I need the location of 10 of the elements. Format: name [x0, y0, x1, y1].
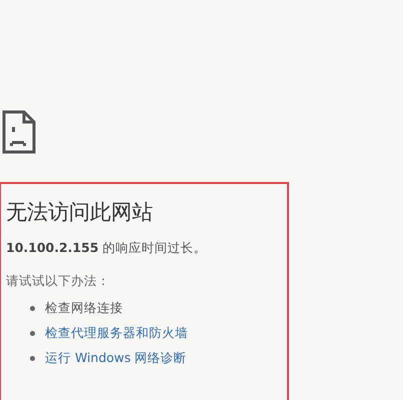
sad-page-icon	[2, 110, 36, 154]
suggestion-link[interactable]: 运行 Windows 网络诊断	[45, 348, 187, 368]
bullet-icon	[30, 306, 35, 311]
error-message: 10.100.2.155 的响应时间过长。	[6, 239, 208, 258]
suggestions-heading: 请试试以下办法：	[6, 272, 111, 290]
bullet-icon	[30, 356, 35, 361]
error-title: 无法访问此网站	[6, 200, 154, 226]
bullet-icon	[30, 330, 35, 336]
suggestion-link[interactable]: 检查代理服务器和防火墙	[45, 324, 188, 343]
suggestion-text: 检查网络连接	[45, 298, 123, 317]
